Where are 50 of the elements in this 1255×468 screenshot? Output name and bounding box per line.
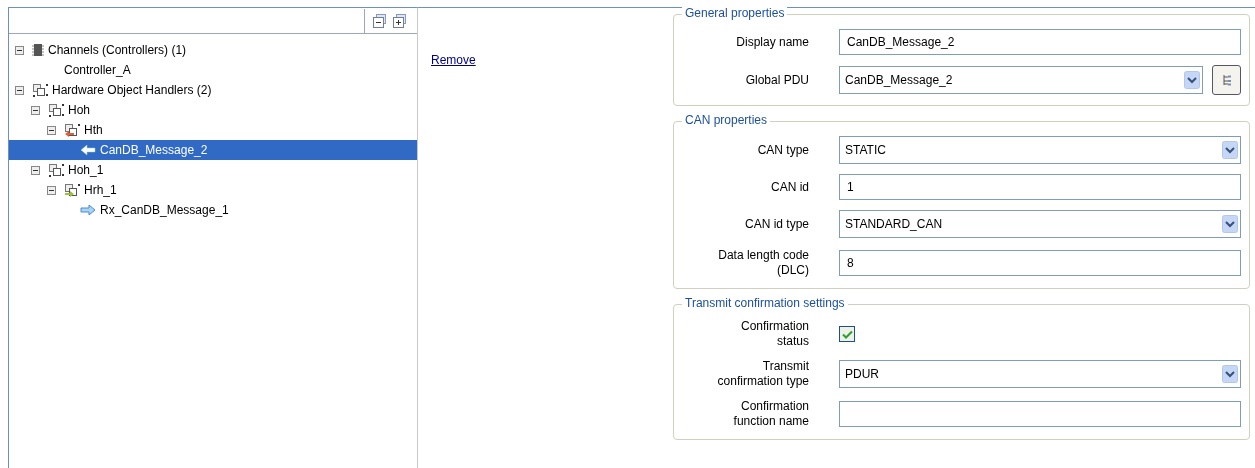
tree-item[interactable]: Hoh_1: [9, 160, 108, 180]
dropdown[interactable]: CanDB_Message_2: [839, 66, 1203, 94]
field-label: CAN type: [756, 142, 809, 158]
right-arrow-icon: [80, 203, 96, 217]
collapse-all-icon[interactable]: [373, 13, 387, 28]
left-arrow-icon: [80, 143, 96, 157]
collapse-icon[interactable]: [31, 165, 40, 175]
handler-icon: [48, 163, 64, 177]
tree-item[interactable]: CanDB_Message_2: [9, 140, 417, 160]
dropdown[interactable]: PDUR: [839, 360, 1241, 388]
handler-icon: [32, 83, 48, 97]
field-label: CAN id: [770, 179, 809, 195]
text-field[interactable]: 8: [839, 250, 1241, 276]
handler-icon: [48, 103, 64, 117]
group-title: Transmit confirmation settings: [682, 296, 848, 310]
tree-item[interactable]: Controller_A: [9, 60, 135, 80]
tree-item[interactable]: Rx_CanDB_Message_1: [9, 200, 233, 220]
text-field[interactable]: [839, 401, 1241, 427]
field-label: Data length code (DLC): [717, 248, 809, 278]
field-label: Display name: [735, 34, 809, 50]
chip-icon: [32, 43, 44, 57]
group-title: CAN properties: [682, 113, 771, 127]
text-field[interactable]: 1: [839, 174, 1241, 200]
handler-arrow-icon: [64, 123, 80, 137]
collapse-icon[interactable]: [15, 85, 24, 95]
collapse-icon[interactable]: [15, 45, 24, 55]
dropdown[interactable]: STATIC: [839, 136, 1241, 164]
tree-item[interactable]: Channels (Controllers) (1): [9, 40, 191, 60]
browse-button[interactable]: [1212, 65, 1241, 95]
field-label: Transmit confirmation type: [716, 359, 809, 389]
handler-arrow-icon: [64, 183, 80, 197]
expand-all-icon[interactable]: [393, 13, 407, 28]
field-label: Confirmation function name: [732, 399, 809, 429]
collapse-icon[interactable]: [31, 105, 40, 115]
tree-item[interactable]: Hth: [9, 120, 107, 140]
collapse-icon[interactable]: [47, 185, 56, 195]
tree-item[interactable]: Hrh_1: [9, 180, 121, 200]
remove-link[interactable]: Remove: [431, 53, 476, 67]
checkbox[interactable]: [839, 326, 855, 342]
check-icon: [841, 329, 853, 339]
tree-item[interactable]: Hardware Object Handlers (2): [9, 80, 216, 100]
tree-icon: [1221, 74, 1232, 86]
text-field[interactable]: CanDB_Message_2: [839, 29, 1241, 55]
field-label: Global PDU: [744, 72, 809, 88]
collapse-icon[interactable]: [47, 125, 56, 135]
field-label: CAN id type: [743, 216, 809, 232]
group-title: General properties: [682, 6, 788, 20]
field-label: Confirmation status: [739, 319, 809, 349]
tree-item[interactable]: Hoh: [9, 100, 94, 120]
dropdown[interactable]: STANDARD_CAN: [839, 210, 1241, 238]
